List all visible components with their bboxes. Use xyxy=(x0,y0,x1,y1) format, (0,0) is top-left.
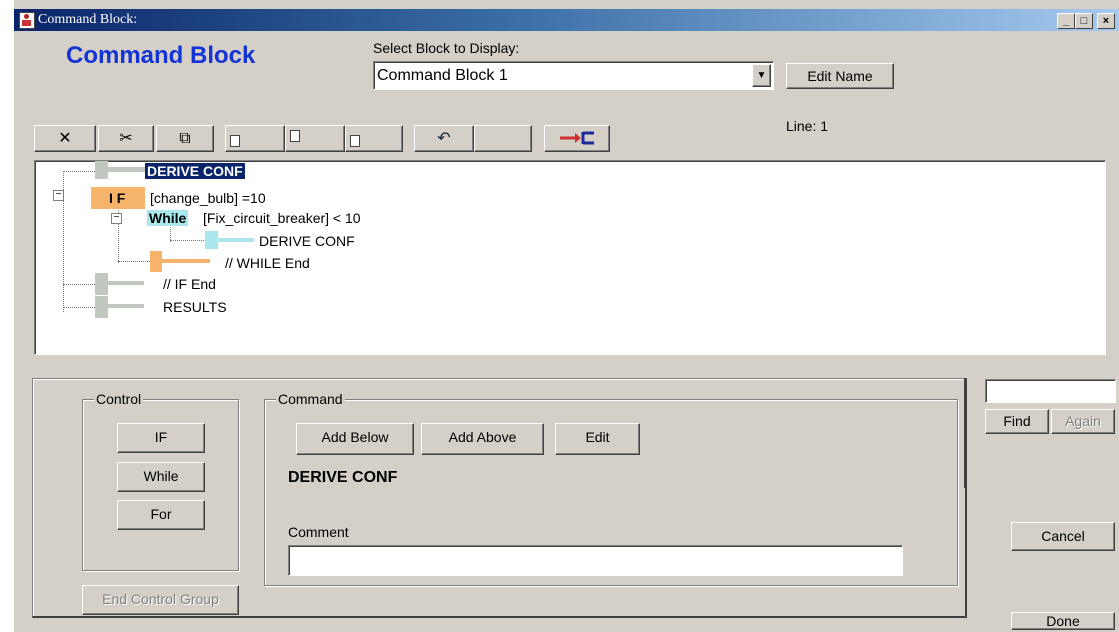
cancel-button[interactable]: Cancel xyxy=(1011,522,1115,551)
delete-icon: ✕ xyxy=(58,130,72,147)
find-button[interactable]: Find xyxy=(985,409,1049,434)
tree-item-if-end[interactable]: // IF End xyxy=(163,276,216,292)
tree-item-while-end[interactable]: // WHILE End xyxy=(225,255,310,271)
tree-expand-button[interactable] xyxy=(544,125,610,152)
cyan-bar xyxy=(218,238,254,242)
cut-button[interactable]: ✂ xyxy=(98,125,154,152)
end-control-group-button[interactable]: End Control Group xyxy=(82,585,239,615)
find-input[interactable] xyxy=(985,379,1116,403)
scissors-icon: ✂ xyxy=(119,130,133,147)
if-keyword: I F xyxy=(109,190,126,206)
paste-below-button[interactable] xyxy=(225,125,285,152)
if-button[interactable]: IF xyxy=(117,423,205,453)
redo-button[interactable] xyxy=(474,125,532,152)
page-title: Command Block xyxy=(66,42,256,69)
gray-bar xyxy=(95,296,108,318)
for-button[interactable]: For xyxy=(117,500,205,530)
undo-button[interactable]: ↶ xyxy=(414,125,474,152)
copy-button[interactable]: ⧉ xyxy=(156,125,214,152)
add-above-button[interactable]: Add Above xyxy=(421,423,544,455)
tree-item-derive-conf-2[interactable]: DERIVE CONF xyxy=(259,233,355,249)
paste-icon xyxy=(230,135,240,147)
orange-bar xyxy=(150,251,162,272)
command-tree[interactable]: − − DERIVE CONF I F [change_bulb] =10 Wh… xyxy=(34,160,1106,355)
block-select[interactable]: Command Block 1 ▼ xyxy=(373,61,774,90)
window-title: Command Block: xyxy=(38,12,138,27)
while-keyword: While xyxy=(147,210,189,226)
current-command: DERIVE CONF xyxy=(288,469,398,486)
tree-connector xyxy=(118,261,150,262)
tree-arrow-icon xyxy=(560,131,594,145)
paste-icon xyxy=(290,130,300,142)
tree-item-if[interactable]: [change_bulb] =10 xyxy=(150,190,266,206)
gray-bar xyxy=(108,167,146,172)
control-legend: Control xyxy=(94,391,144,407)
command-legend: Command xyxy=(276,391,345,407)
chevron-down-icon[interactable]: ▼ xyxy=(752,64,771,87)
select-block-label: Select Block to Display: xyxy=(373,40,520,56)
collapse-if-toggle[interactable]: − xyxy=(53,190,64,201)
title-bar[interactable] xyxy=(14,9,1119,31)
close-button[interactable]: × xyxy=(1097,13,1115,29)
app-icon[interactable] xyxy=(19,12,35,29)
gray-bar xyxy=(95,273,108,295)
tree-connector xyxy=(63,171,95,172)
minimize-button[interactable]: _ xyxy=(1057,13,1075,29)
collapse-while-toggle[interactable]: − xyxy=(111,213,122,224)
gray-bar xyxy=(108,304,144,308)
undo-icon: ↶ xyxy=(437,130,451,147)
add-below-button[interactable]: Add Below xyxy=(296,423,414,455)
block-select-value: Command Block 1 xyxy=(377,67,508,84)
gray-bar xyxy=(95,161,108,179)
edit-button[interactable]: Edit xyxy=(555,423,640,455)
find-again-button[interactable]: Again xyxy=(1051,409,1115,434)
tree-item-derive-conf[interactable]: DERIVE CONF xyxy=(145,163,245,179)
comment-input[interactable] xyxy=(288,545,903,576)
gray-bar xyxy=(108,281,144,285)
cyan-bar xyxy=(205,231,218,249)
comment-label: Comment xyxy=(288,524,349,540)
paste-icon xyxy=(350,135,360,147)
paste-inside-button[interactable] xyxy=(345,125,403,152)
delete-button[interactable]: ✕ xyxy=(34,125,96,152)
tree-connector xyxy=(170,240,206,241)
copy-icon: ⧉ xyxy=(179,130,191,147)
tree-connector xyxy=(63,284,95,285)
edit-name-button[interactable]: Edit Name xyxy=(786,63,894,89)
while-button[interactable]: While xyxy=(117,462,205,492)
tree-connector xyxy=(63,307,95,308)
panel-divider xyxy=(964,378,966,488)
tree-item-while[interactable]: [Fix_circuit_breaker] < 10 xyxy=(203,210,361,226)
line-indicator: Line: 1 xyxy=(786,118,829,134)
paste-above-button[interactable] xyxy=(285,125,345,152)
maximize-button[interactable]: □ xyxy=(1075,13,1093,29)
left-strip xyxy=(0,0,14,632)
tree-item-results[interactable]: RESULTS xyxy=(163,299,227,315)
done-button[interactable]: Done xyxy=(1011,612,1115,630)
orange-bar xyxy=(162,259,210,263)
